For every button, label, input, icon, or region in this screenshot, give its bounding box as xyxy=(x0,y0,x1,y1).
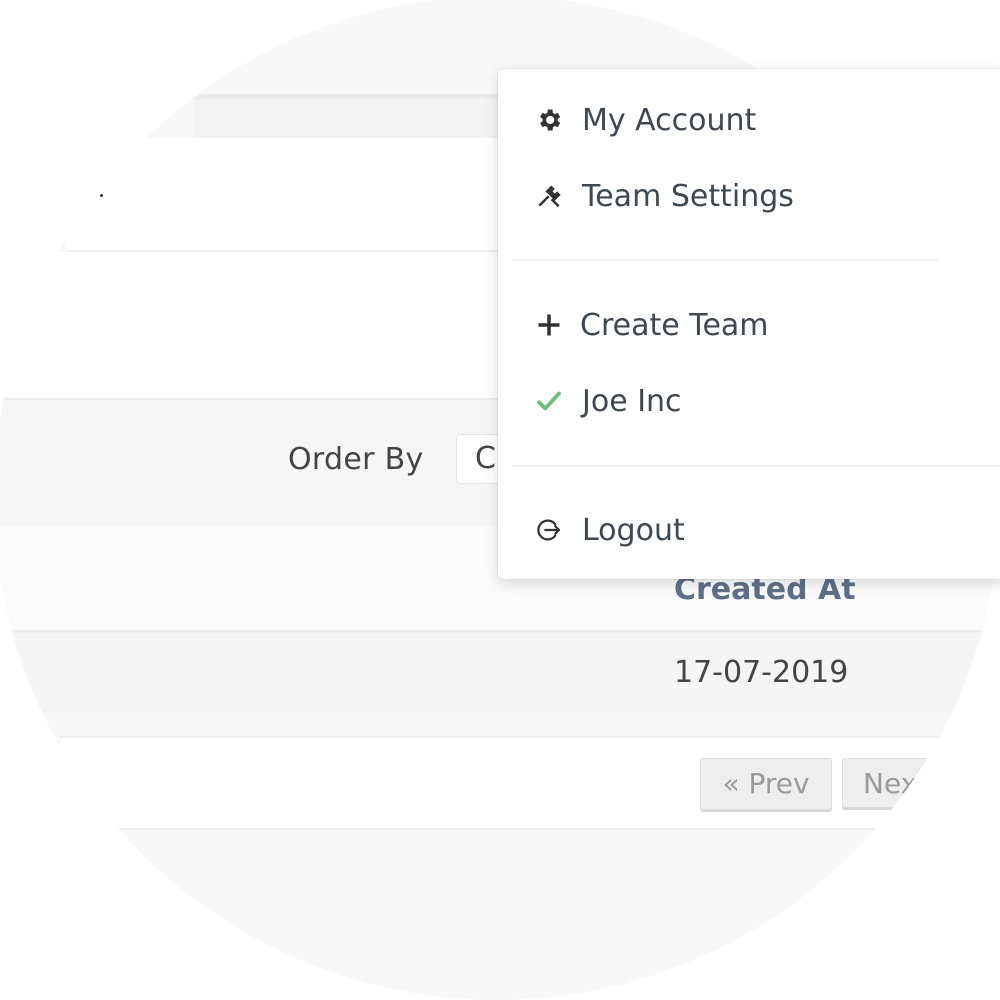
menu-item-create-team[interactable]: Create Team xyxy=(534,303,769,347)
menu-item-label: My Account xyxy=(582,102,757,138)
prev-page-button[interactable]: « Prev xyxy=(700,758,832,810)
menu-item-label: Logout xyxy=(582,512,685,548)
next-page-button[interactable]: Next xyxy=(842,758,942,808)
menu-divider xyxy=(512,465,1000,467)
pagination: « Prev Next xyxy=(60,736,942,830)
tools-icon xyxy=(534,181,564,211)
check-icon xyxy=(534,386,564,416)
menu-item-team-settings[interactable]: Team Settings xyxy=(534,174,794,218)
menu-divider xyxy=(512,259,938,261)
menu-item-label: Team Settings xyxy=(582,178,794,214)
menu-item-my-account[interactable]: My Account xyxy=(534,98,756,142)
gear-icon xyxy=(534,105,564,135)
mouse-cursor xyxy=(99,193,104,198)
menu-item-team-joe-inc[interactable]: Joe Inc xyxy=(534,379,682,423)
table-row[interactable] xyxy=(0,633,1000,713)
menu-item-label: Create Team xyxy=(580,307,769,343)
account-dropdown-menu: My Account Team Settings Create Team Joe… xyxy=(498,69,1000,579)
menu-item-logout[interactable]: Logout xyxy=(534,508,685,552)
menu-item-label: Joe Inc xyxy=(582,383,682,419)
logout-icon xyxy=(534,515,564,545)
order-by-label: Order By xyxy=(288,442,424,477)
order-by-select-value: C xyxy=(475,441,496,476)
plus-icon xyxy=(534,310,564,340)
cell-created-at: 17-07-2019 xyxy=(674,655,849,690)
